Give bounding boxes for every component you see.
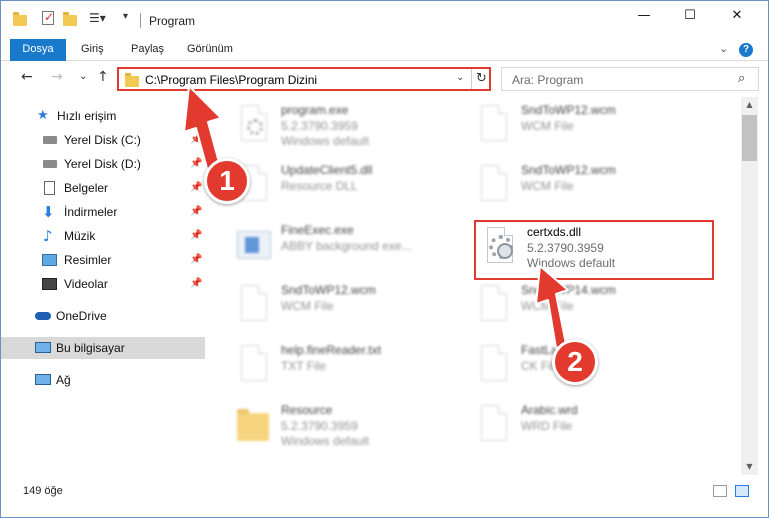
step-badge-2: 2 xyxy=(552,339,598,385)
arrow-2 xyxy=(535,265,569,349)
arrow-1 xyxy=(183,85,222,173)
step-badge-1: 1 xyxy=(204,158,250,204)
annotation-arrows xyxy=(183,85,569,349)
